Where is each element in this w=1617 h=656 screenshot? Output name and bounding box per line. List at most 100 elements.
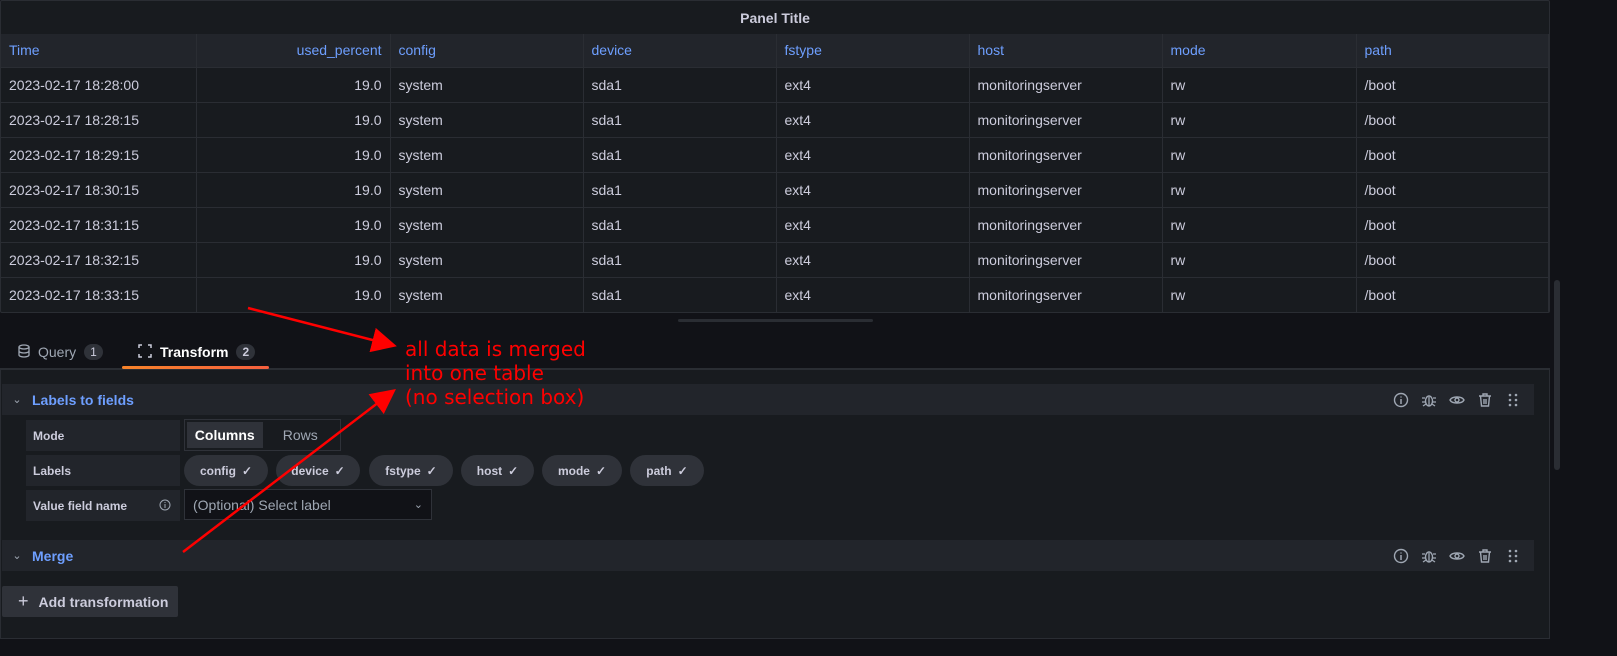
column-header-used-percent[interactable]: used_percent	[196, 34, 391, 68]
label-toggle-mode[interactable]: mode ✓	[542, 455, 622, 486]
mode-option-columns[interactable]: Columns	[187, 422, 263, 448]
add-transformation-button[interactable]: + Add transformation	[2, 586, 178, 617]
table-cell: sda1	[583, 207, 777, 243]
drag-handle-icon[interactable]	[1504, 391, 1522, 409]
label-toggle-host[interactable]: host ✓	[461, 455, 534, 486]
table-cell: sda1	[583, 242, 777, 278]
check-icon: ✓	[241, 463, 253, 478]
table-cell: monitoringserver	[969, 242, 1163, 278]
table-cell: sda1	[583, 102, 777, 138]
column-header-mode[interactable]: mode	[1162, 34, 1357, 68]
table-row: 2023-02-17 18:28:00 19.0 system sda1 ext4 mon…	[1, 67, 1549, 103]
label-toggle-device[interactable]: device ✓	[276, 455, 360, 486]
check-icon: ✓	[334, 463, 345, 478]
table-cell: 2023-02-17 18:31:15	[1, 207, 197, 243]
table-cell: /boot	[1356, 207, 1549, 243]
table-cell: ext4	[776, 172, 970, 208]
tab-transform[interactable]: Transform 2	[121, 335, 270, 369]
label-toggle-fstype[interactable]: fstype ✓	[369, 455, 453, 486]
info-icon[interactable]	[159, 499, 171, 514]
label-text: path	[646, 463, 672, 478]
table-cell: monitoringserver	[969, 102, 1163, 138]
table-row: 2023-02-17 18:33:15 19.0 system sda1 ext4 mon…	[1, 277, 1549, 312]
trash-icon[interactable]	[1476, 547, 1494, 565]
value-field-label: Value field name	[26, 490, 180, 521]
table-row: 2023-02-17 18:30:15 19.0 system sda1 ext4 mon…	[1, 172, 1549, 208]
table-cell: system	[390, 102, 584, 138]
panel-title[interactable]: Panel Title	[1, 1, 1549, 34]
table-cell: 19.0	[196, 207, 391, 243]
column-header-time[interactable]: Time	[1, 34, 197, 68]
panel-resize-handle[interactable]	[678, 319, 873, 322]
check-icon: ✓	[677, 463, 688, 478]
tab-query[interactable]: Query 1	[18, 335, 103, 369]
label-text: device	[291, 463, 329, 478]
table-cell: 2023-02-17 18:28:00	[1, 67, 197, 103]
table-cell: /boot	[1356, 102, 1549, 138]
transformation-actions	[1392, 540, 1522, 571]
table-cell: monitoringserver	[969, 277, 1163, 312]
table-cell: 2023-02-17 18:32:15	[1, 242, 197, 278]
table-row: 2023-02-17 18:31:15 19.0 system sda1 ext4 mon…	[1, 207, 1549, 243]
value-field-label-text: Value field name	[33, 498, 128, 513]
select-placeholder: (Optional) Select label	[193, 496, 331, 513]
table-cell: monitoringserver	[969, 172, 1163, 208]
table-row: 2023-02-17 18:28:15 19.0 system sda1 ext4 mon…	[1, 102, 1549, 138]
editor-tabs: Query 1 Transform 2	[0, 335, 1550, 369]
table-cell: 19.0	[196, 102, 391, 138]
column-header-fstype[interactable]: fstype	[776, 34, 970, 68]
bug-icon[interactable]	[1420, 547, 1438, 565]
label-toggle-config[interactable]: config ✓	[184, 455, 268, 486]
label-toggle-path[interactable]: path ✓	[630, 455, 704, 486]
annotation-line: into one table	[405, 361, 544, 385]
table-cell: sda1	[583, 172, 777, 208]
table-cell: rw	[1162, 277, 1357, 312]
table-cell: rw	[1162, 172, 1357, 208]
transformation-name: Labels to fields	[32, 391, 134, 408]
table-cell: 19.0	[196, 137, 391, 173]
table-cell: system	[390, 242, 584, 278]
column-header-path[interactable]: path	[1356, 34, 1549, 68]
eye-icon[interactable]	[1448, 391, 1466, 409]
table-cell: rw	[1162, 242, 1357, 278]
column-header-device[interactable]: device	[583, 34, 777, 68]
transform-icon	[138, 343, 152, 361]
scrollbar[interactable]	[1554, 280, 1560, 470]
tab-count-badge: 1	[84, 344, 103, 360]
mode-label: Mode	[26, 420, 180, 451]
info-icon[interactable]	[1392, 391, 1410, 409]
table-cell: ext4	[776, 207, 970, 243]
info-icon[interactable]	[1392, 547, 1410, 565]
table-cell: /boot	[1356, 277, 1549, 312]
table-panel: Panel Title Time used_percent config device…	[0, 0, 1550, 313]
drag-handle-icon[interactable]	[1504, 547, 1522, 565]
table-cell: monitoringserver	[969, 137, 1163, 173]
table-cell: 19.0	[196, 67, 391, 103]
table-cell: system	[390, 207, 584, 243]
chevron-down-icon[interactable]: ⌄	[2, 393, 32, 406]
table-cell: 19.0	[196, 277, 391, 312]
transformation-header-merge[interactable]: ⌄ Merge	[2, 540, 1534, 571]
chevron-down-icon: ⌄	[413, 499, 423, 511]
add-transformation-label: Add transformation	[38, 593, 169, 610]
check-icon: ✓	[595, 463, 607, 478]
table-cell: /boot	[1356, 242, 1549, 278]
value-field-select[interactable]: (Optional) Select label ⌄	[184, 489, 432, 520]
table-cell: sda1	[583, 137, 777, 173]
table-cell: sda1	[583, 67, 777, 103]
table-row: 2023-02-17 18:32:15 19.0 system sda1 ext4 mon…	[1, 242, 1549, 278]
bug-icon[interactable]	[1420, 391, 1438, 409]
table-cell: system	[390, 277, 584, 312]
table-cell: sda1	[583, 277, 777, 312]
table-cell: 2023-02-17 18:29:15	[1, 137, 197, 173]
column-header-host[interactable]: host	[969, 34, 1163, 68]
column-header-config[interactable]: config	[390, 34, 584, 68]
label-text: fstype	[385, 463, 421, 478]
mode-option-rows[interactable]: Rows	[263, 422, 339, 448]
transformation-header-labels-to-fields[interactable]: ⌄ Labels to fields	[2, 384, 1534, 415]
tab-label: Query	[38, 344, 77, 360]
eye-icon[interactable]	[1448, 547, 1466, 565]
chevron-down-icon[interactable]: ⌄	[2, 549, 32, 562]
check-icon: ✓	[426, 463, 437, 478]
trash-icon[interactable]	[1476, 391, 1494, 409]
